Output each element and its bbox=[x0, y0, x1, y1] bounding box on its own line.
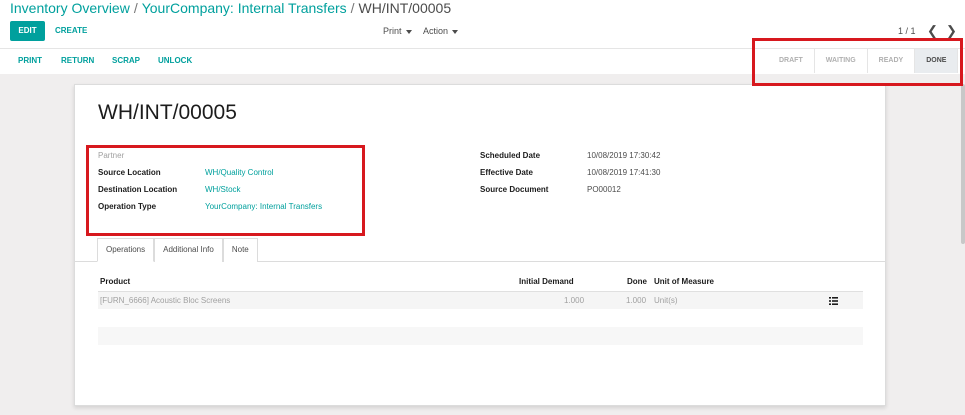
cell-product: [FURN_6666] Acoustic Bloc Screens bbox=[100, 296, 231, 305]
notebook-tabs: Operations Additional Info Note bbox=[97, 238, 258, 262]
print-dropdown[interactable]: Print bbox=[383, 21, 412, 41]
print-dropdown-label: Print bbox=[383, 26, 402, 36]
scheduled-date-value: 10/08/2019 17:30:42 bbox=[587, 151, 661, 160]
column-header-unit-of-measure[interactable]: Unit of Measure bbox=[654, 277, 714, 286]
column-header-done[interactable]: Done bbox=[627, 277, 647, 286]
source-document-label: Source Document bbox=[480, 185, 549, 194]
list-details-icon[interactable] bbox=[829, 297, 838, 305]
effective-date-value: 10/08/2019 17:41:30 bbox=[587, 168, 661, 177]
stage-highlight-box bbox=[752, 38, 963, 86]
caret-down-icon bbox=[405, 29, 412, 34]
column-header-initial-demand[interactable]: Initial Demand bbox=[519, 277, 574, 286]
scheduled-date-label: Scheduled Date bbox=[480, 151, 541, 160]
cell-done: 1.000 bbox=[626, 296, 647, 305]
caret-down-icon bbox=[452, 29, 459, 34]
form-sheet: WH/INT/00005 Partner Source Location WH/… bbox=[74, 84, 886, 406]
tab-additional-info[interactable]: Additional Info bbox=[154, 238, 223, 262]
action-dropdown-label: Action bbox=[423, 26, 449, 36]
cell-unit-of-measure: Unit(s) bbox=[654, 296, 678, 305]
effective-date-field: Effective Date 10/08/2019 17:41:30 bbox=[480, 168, 660, 177]
page-scrollbar[interactable] bbox=[961, 84, 965, 244]
action-dropdown[interactable]: Action bbox=[423, 21, 459, 41]
breadcrumb: Inventory Overview / YourCompany: Internal… bbox=[10, 0, 451, 16]
source-document-value: PO00012 bbox=[587, 185, 621, 194]
breadcrumb-current: WH/INT/00005 bbox=[358, 0, 452, 16]
scrap-button[interactable]: SCRAP bbox=[112, 49, 140, 75]
tab-note[interactable]: Note bbox=[222, 238, 258, 262]
print-button[interactable]: PRINT bbox=[18, 49, 42, 75]
breadcrumb-internal-transfers[interactable]: YourCompany: Internal Transfers bbox=[142, 0, 347, 16]
record-title: WH/INT/00005 bbox=[98, 101, 237, 124]
locations-highlight-box bbox=[86, 145, 365, 236]
effective-date-label: Effective Date bbox=[480, 168, 533, 177]
scheduled-date-field: Scheduled Date 10/08/2019 17:30:42 bbox=[480, 151, 660, 160]
breadcrumb-inventory-overview[interactable]: Inventory Overview bbox=[10, 0, 130, 16]
empty-row bbox=[98, 327, 863, 345]
edit-button[interactable]: EDIT bbox=[10, 21, 45, 41]
column-header-product[interactable]: Product bbox=[100, 277, 130, 286]
cell-initial-demand: 1.000 bbox=[564, 296, 585, 305]
breadcrumb-separator: / bbox=[350, 0, 355, 16]
breadcrumb-separator: / bbox=[133, 0, 138, 16]
source-document-field: Source Document PO00012 bbox=[480, 185, 621, 194]
unlock-button[interactable]: UNLOCK bbox=[158, 49, 192, 75]
table-row[interactable]: [FURN_6666] Acoustic Bloc Screens 1.000 … bbox=[98, 291, 863, 309]
return-button[interactable]: RETURN bbox=[61, 49, 94, 75]
create-button[interactable]: CREATE bbox=[55, 21, 87, 41]
tab-operations[interactable]: Operations bbox=[97, 238, 155, 262]
